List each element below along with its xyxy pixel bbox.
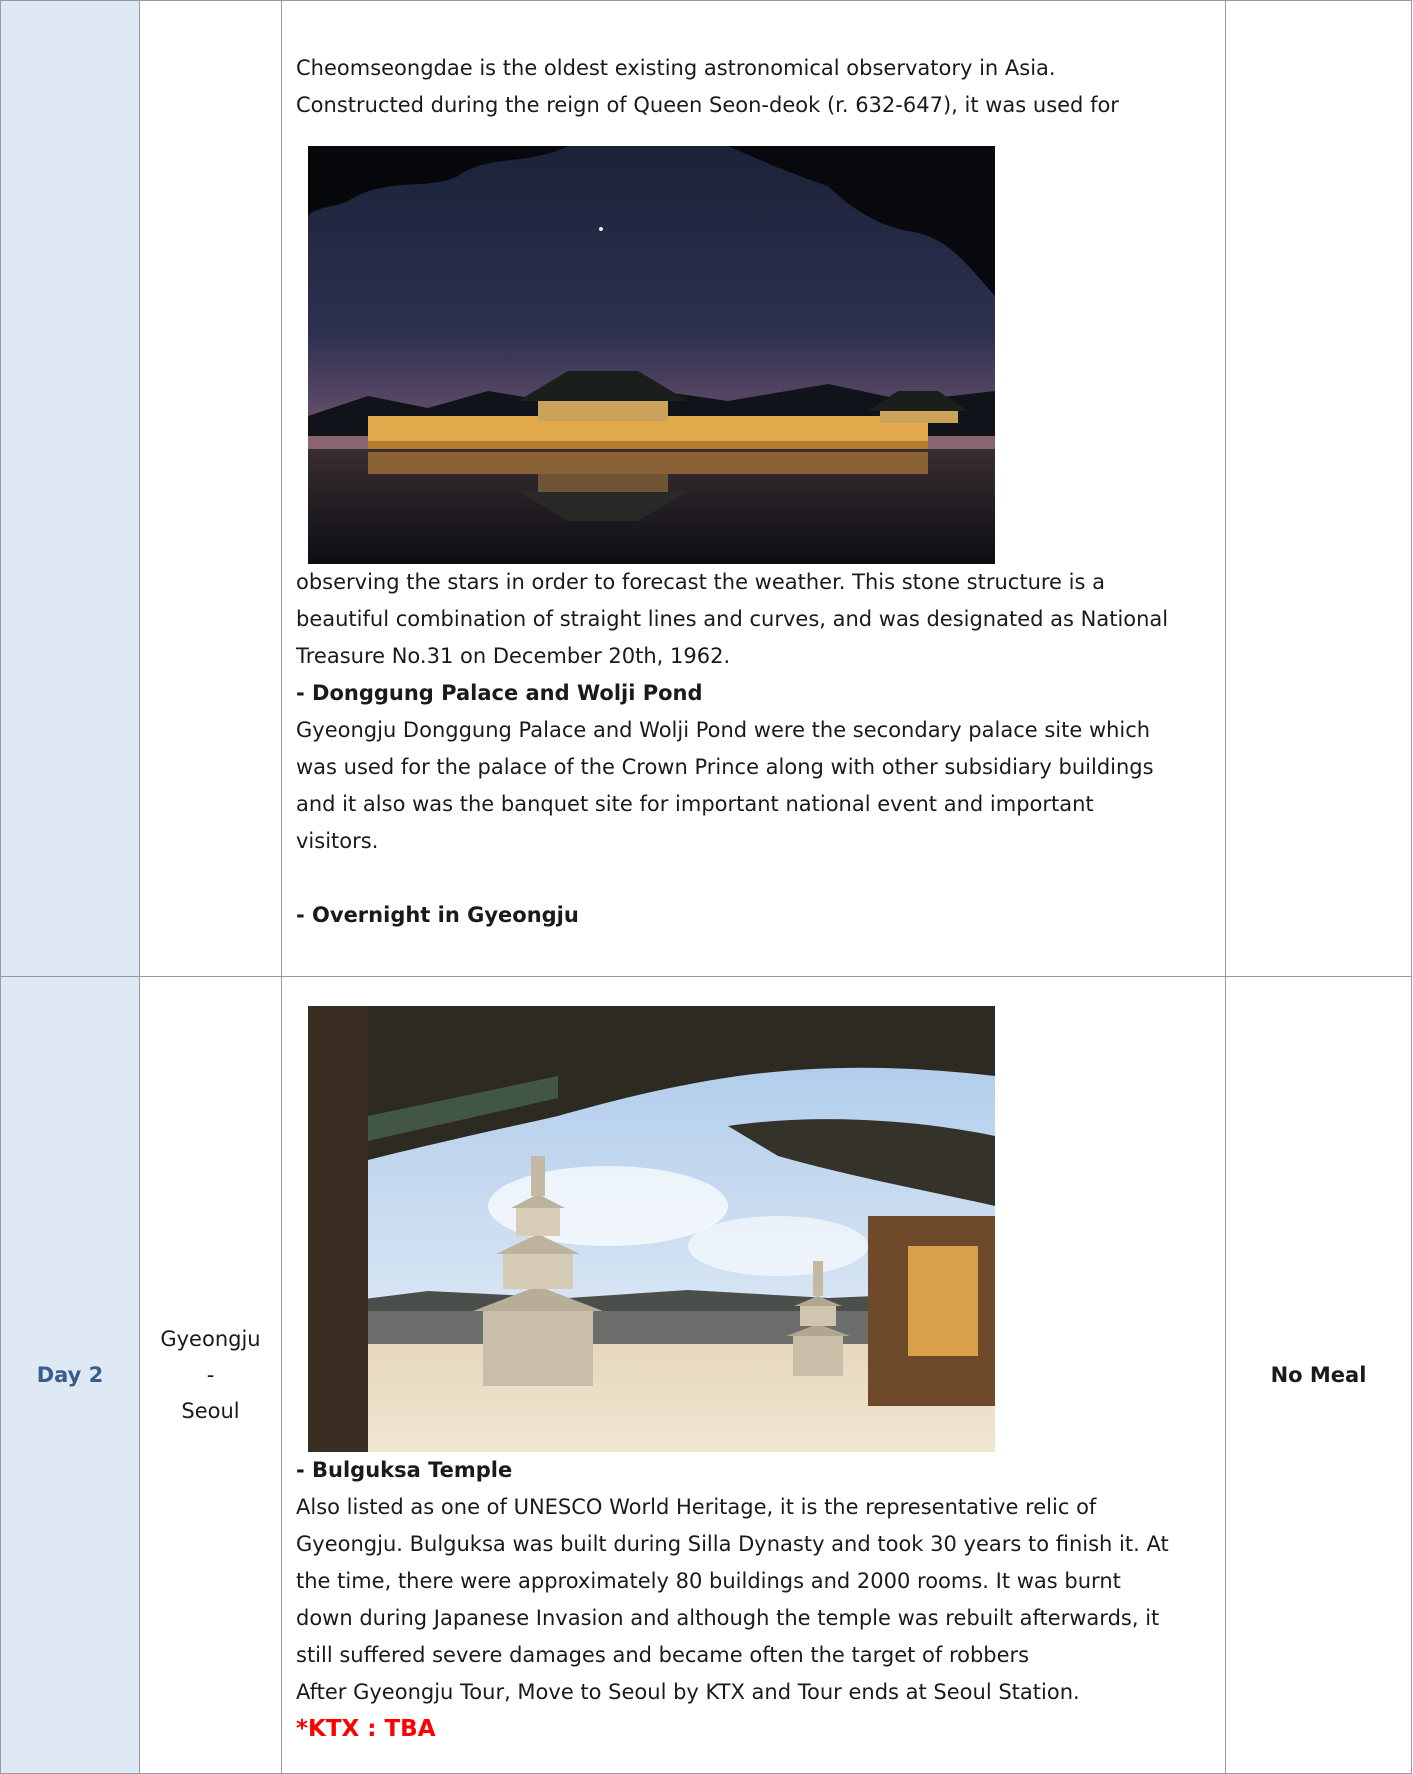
text-line: still suffered severe damages and became… bbox=[296, 1643, 1030, 1667]
overnight-note: - Overnight in Gyeongju bbox=[296, 902, 579, 927]
text-line: and it also was the banquet site for imp… bbox=[296, 791, 1094, 816]
ktx-note: *KTX : TBA bbox=[296, 1716, 436, 1742]
itinerary-table: Cheomseongdae is the oldest existing ast… bbox=[0, 0, 1412, 1774]
route-to: Seoul bbox=[181, 1399, 240, 1423]
itinerary-row-day1-continued: Cheomseongdae is the oldest existing ast… bbox=[0, 0, 1412, 977]
text-line: Constructed during the reign of Queen Se… bbox=[296, 92, 1119, 117]
text-line: After Gyeongju Tour, Move to Seoul by KT… bbox=[296, 1680, 1080, 1704]
route-cell: Gyeongju - Seoul bbox=[139, 976, 282, 1774]
text-line: was used for the palace of the Crown Pri… bbox=[296, 754, 1154, 779]
text-line: Cheomseongdae is the oldest existing ast… bbox=[296, 55, 1056, 80]
text-line: observing the stars in order to forecast… bbox=[296, 569, 1105, 594]
description-cell: - Bulguksa Temple Also listed as one of … bbox=[281, 976, 1226, 1774]
route-from: Gyeongju bbox=[160, 1327, 261, 1351]
meal-label: No Meal bbox=[1225, 976, 1412, 1774]
text-line: Also listed as one of UNESCO World Herit… bbox=[296, 1495, 1097, 1519]
text-line: down during Japanese Invasion and althou… bbox=[296, 1606, 1160, 1630]
itinerary-page: Cheomseongdae is the oldest existing ast… bbox=[0, 0, 1413, 1774]
text-line: the time, there were approximately 80 bu… bbox=[296, 1569, 1121, 1593]
itinerary-row-day2: Day 2 Gyeongju - Seoul - Bulguksa Temple… bbox=[0, 976, 1412, 1774]
text-line: beautiful combination of straight lines … bbox=[296, 606, 1169, 631]
day-label: Day 2 bbox=[0, 976, 140, 1774]
bulguksa-temple-photo bbox=[308, 1006, 995, 1452]
text-line: Gyeongju Donggung Palace and Wolji Pond … bbox=[296, 717, 1151, 742]
text-line: Gyeongju. Bulguksa was built during Sill… bbox=[296, 1532, 1169, 1556]
day-cell bbox=[0, 0, 140, 977]
text-line: Treasure No.31 on December 20th, 1962. bbox=[296, 643, 731, 668]
bulguksa-heading: - Bulguksa Temple bbox=[296, 1458, 513, 1482]
route-separator: - bbox=[206, 1363, 215, 1387]
donggung-heading: - Donggung Palace and Wolji Pond bbox=[296, 680, 703, 705]
city-cell bbox=[139, 0, 282, 977]
text-line: visitors. bbox=[296, 828, 379, 853]
donggung-palace-photo bbox=[308, 145, 995, 564]
meal-cell bbox=[1225, 0, 1412, 977]
description-cell: Cheomseongdae is the oldest existing ast… bbox=[281, 0, 1226, 977]
